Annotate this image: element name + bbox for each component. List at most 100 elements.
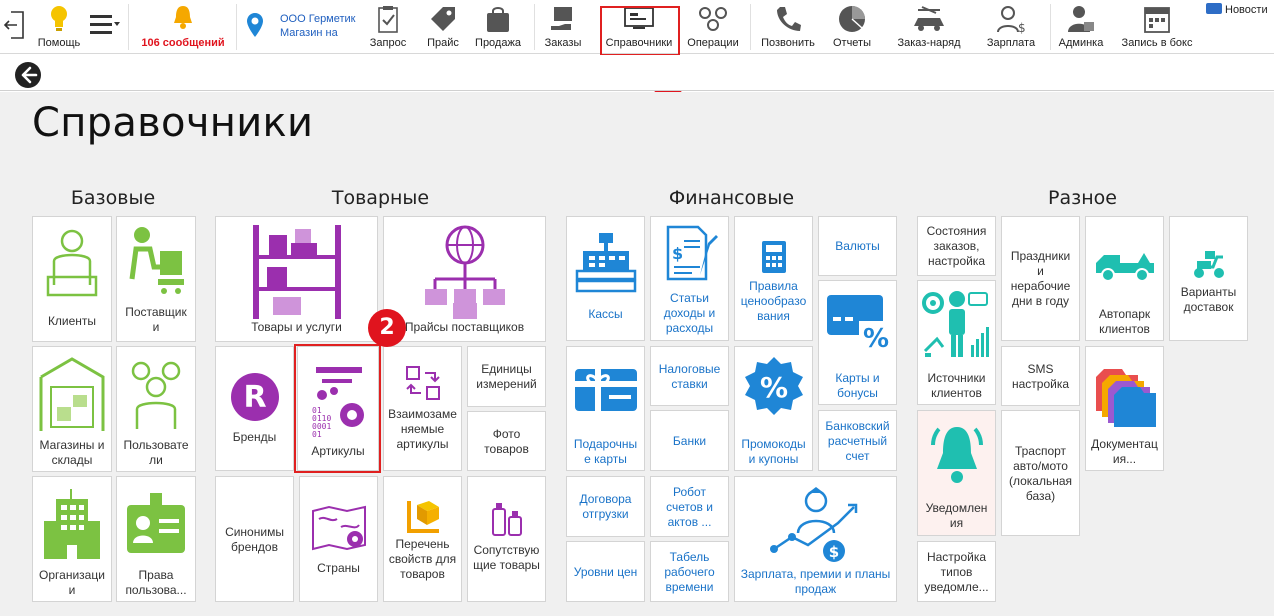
- tile-related[interactable]: Сопутствую щие товары: [467, 476, 546, 602]
- salary-growth-icon: $: [769, 487, 857, 562]
- tile-bank-account[interactable]: Банковский расчетный счет: [818, 410, 897, 471]
- tile-tax-rates[interactable]: Налоговые ставки: [650, 346, 729, 406]
- tile-props-list-label: Перечень свойств для товаров: [388, 537, 457, 581]
- tile-gift-cards[interactable]: Подарочны е карты: [566, 346, 645, 471]
- sale-button[interactable]: Продажа: [470, 0, 526, 54]
- tile-notif-types[interactable]: Настройка типов уведомле...: [917, 541, 996, 602]
- tile-sms[interactable]: SMS настройка: [1001, 346, 1080, 406]
- tile-income-items[interactable]: $ Статьи доходы и расходы: [650, 216, 729, 341]
- tile-timesheet[interactable]: Табель рабочего времени: [650, 541, 729, 602]
- tile-client-sources[interactable]: Источники клиентов: [917, 280, 996, 405]
- user-dollar-icon: $: [997, 6, 1026, 34]
- tile-brands[interactable]: R Бренды: [215, 346, 294, 471]
- exit-button[interactable]: [0, 0, 30, 54]
- hamburger-menu-icon: [90, 15, 120, 34]
- tile-props-list[interactable]: Перечень свойств для товаров: [383, 476, 462, 602]
- tile-order-states[interactable]: Состояния заказов, настройка: [917, 216, 996, 276]
- tile-transport[interactable]: Траспорт авто/мото (локальная база): [1001, 410, 1080, 536]
- orders-button[interactable]: Заказы: [540, 0, 586, 54]
- world-map-icon: [311, 505, 366, 551]
- tile-promo[interactable]: % Промокоды и купоны: [734, 346, 813, 471]
- tile-salary-bonus[interactable]: $ Зарплата, премии и планы продаж: [734, 476, 897, 602]
- page-title: Справочники: [32, 100, 314, 146]
- reports-label: Отчеты: [832, 37, 872, 49]
- finance-doc-icon: $: [666, 225, 718, 281]
- tile-promo-label: Промокоды и купоны: [741, 437, 806, 466]
- tile-units[interactable]: Единицы измерений: [467, 346, 546, 407]
- back-arrow-icon[interactable]: [14, 61, 42, 89]
- tile-countries[interactable]: Страны: [299, 476, 378, 602]
- tile-supplier-prices[interactable]: Прайсы поставщиков: [383, 216, 546, 342]
- toolbar-separator: [1050, 4, 1051, 50]
- percent-badge-icon: %: [744, 357, 803, 415]
- tile-interchangeable[interactable]: Взаимозаме няемые артикулы: [383, 346, 462, 471]
- tile-articles[interactable]: 01 0110 0001 01 Артикулы: [297, 346, 379, 471]
- tile-price-levels[interactable]: Уровни цен: [566, 541, 645, 602]
- directory-card-icon: [624, 7, 654, 29]
- tile-stores[interactable]: Магазины и склады: [32, 346, 112, 472]
- reports-button[interactable]: Отчеты: [826, 0, 878, 54]
- call-button[interactable]: Позвонить: [756, 0, 820, 54]
- client-sources-icon: [921, 291, 989, 357]
- tile-price-rules[interactable]: Правила ценообразо вания: [734, 216, 813, 341]
- building-icon: [44, 489, 100, 559]
- tile-currencies[interactable]: Валюты: [818, 216, 897, 276]
- help-button[interactable]: Помощь: [36, 0, 82, 54]
- directories-button[interactable]: Справочники: [600, 0, 678, 54]
- booking-button[interactable]: Запись в бокс: [1114, 0, 1200, 54]
- work-order-label: Заказ-наряд: [897, 37, 961, 49]
- warehouse-icon: [39, 357, 105, 431]
- store-name: Магазин на: [280, 27, 338, 39]
- admin-button[interactable]: Админка: [1056, 0, 1106, 54]
- tile-cash[interactable]: Кассы: [566, 216, 645, 341]
- tile-orgs[interactable]: Организаци и: [32, 476, 112, 602]
- tile-holidays[interactable]: Праздники и нерабочие дни в году: [1001, 216, 1080, 341]
- help-label: Помощь: [37, 37, 81, 49]
- work-order-button[interactable]: Заказ-наряд: [890, 0, 968, 54]
- news-link[interactable]: Новости: [1206, 3, 1268, 17]
- tile-clients[interactable]: Клиенты: [32, 216, 112, 342]
- svg-text:$: $: [828, 543, 838, 561]
- operations-button[interactable]: Операции: [684, 0, 742, 54]
- registered-trademark-icon: R: [230, 373, 279, 421]
- svg-text:%: %: [863, 324, 889, 351]
- menu-button[interactable]: [86, 0, 122, 54]
- messages-button[interactable]: 106 сообщений: [134, 0, 232, 54]
- tile-robot[interactable]: Робот счетов и актов ...: [650, 476, 729, 537]
- cash-register-icon: [575, 233, 636, 293]
- toolbar-separator: [534, 4, 535, 50]
- tile-notifications[interactable]: Уведомлен ия: [917, 410, 996, 536]
- tile-rights[interactable]: Права пользова...: [116, 476, 196, 602]
- toolbar-separator: [128, 4, 129, 50]
- tile-sms-label: SMS настройка: [1011, 362, 1070, 391]
- orders-label: Заказы: [544, 37, 582, 49]
- messages-label: 106 сообщений: [141, 37, 225, 49]
- tile-goods-services[interactable]: Товары и услуги: [215, 216, 378, 342]
- lightbulb-icon: [51, 6, 67, 31]
- tile-documentation[interactable]: Документац ия...: [1085, 346, 1164, 471]
- company-name: ООО Герметик: [280, 13, 356, 25]
- tile-contracts[interactable]: Договора отгрузки: [566, 476, 645, 537]
- tile-suppliers[interactable]: Поставщик и: [116, 216, 196, 342]
- tile-cards-bonus[interactable]: % Карты и бонусы: [818, 280, 897, 405]
- delivery-scooter-icon: [1193, 251, 1224, 278]
- tile-articles-label: Артикулы: [311, 444, 365, 458]
- tile-fleet[interactable]: Автопарк клиентов: [1085, 216, 1164, 341]
- tile-photo[interactable]: Фото товаров: [467, 411, 546, 471]
- tile-price-levels-label: Уровни цен: [573, 565, 638, 579]
- company-selector[interactable]: ООО Герметик Магазин на: [242, 0, 362, 54]
- sale-label: Продажа: [475, 37, 521, 49]
- tile-brand-synonyms[interactable]: Синонимы брендов: [215, 476, 294, 602]
- navigation-bar: [0, 55, 1274, 91]
- tile-fleet-label: Автопарк клиентов: [1098, 307, 1151, 336]
- tile-stores-label: Магазины и склады: [39, 438, 105, 467]
- salary-button[interactable]: $ Зарплата: [978, 0, 1044, 54]
- price-button[interactable]: Прайс: [420, 0, 466, 54]
- pie-chart-icon: [839, 6, 865, 32]
- tile-delivery-variants[interactable]: Варианты доставок: [1169, 216, 1248, 341]
- request-button[interactable]: Запрос: [366, 0, 410, 54]
- tile-notif-types-label: Настройка типов уведомле...: [924, 550, 989, 594]
- step-badge-2: 2: [368, 309, 406, 347]
- tile-users[interactable]: Пользовате ли: [116, 346, 196, 472]
- tile-banks[interactable]: Банки: [650, 410, 729, 471]
